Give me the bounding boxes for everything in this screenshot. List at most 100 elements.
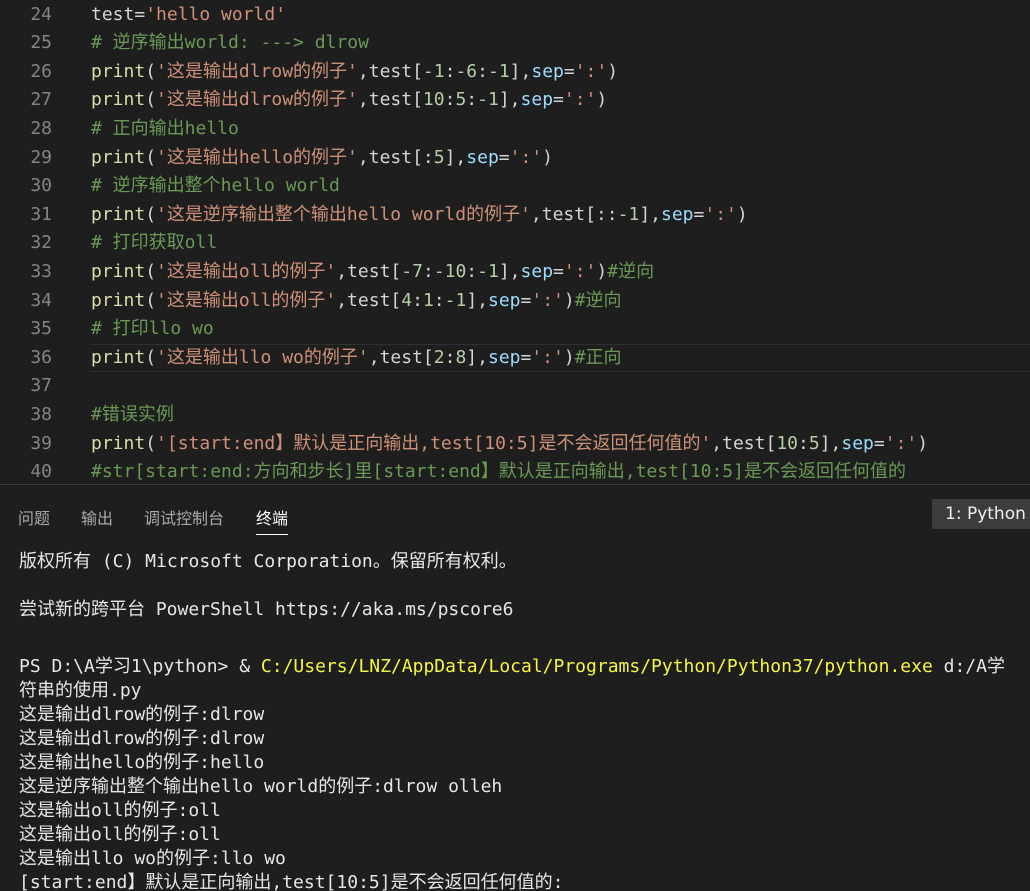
code-token: #逆向: [574, 289, 622, 311]
code-token: ): [736, 203, 748, 225]
code-token: :: [466, 260, 478, 282]
terminal-line: 尝试新的跨平台 PowerShell https://aka.ms/pscore…: [19, 598, 513, 622]
code-token: # 打印获取oll: [91, 232, 218, 254]
line-number: 33: [30, 260, 52, 282]
code-token: -1: [617, 203, 640, 225]
code-line[interactable]: 31 print('这是逆序输出整个输出hello world的例子',test[…: [0, 201, 1030, 230]
code-text: #错误实例: [91, 401, 174, 430]
code-token: ,test[: [336, 260, 402, 282]
code-line[interactable]: 24 test='hello world': [0, 1, 1030, 30]
code-line[interactable]: 26 print('这是输出dlrow的例子',test[-1:-6:-1],se…: [0, 58, 1030, 87]
terminal-output[interactable]: 版权所有 (C) Microsoft Corporation。保留所有权利。 尝试…: [0, 542, 1030, 891]
code-token: :: [444, 89, 456, 111]
code-line[interactable]: 25 # 逆序输出world: ---> dlrow: [0, 29, 1030, 58]
terminal-text: [start:end】默认是正向输出,test[10:5]是不会返回任何值的:: [19, 872, 564, 891]
code-token: 10: [422, 89, 445, 111]
code-token: ':': [884, 432, 918, 454]
code-text: # 逆序输出整个hello world: [91, 172, 340, 201]
code-line[interactable]: 32 # 打印获取oll: [0, 229, 1030, 258]
code-token: '这是逆序输出整个输出hello world的例子': [156, 203, 531, 225]
code-token: # 打印llo wo: [91, 318, 214, 340]
code-token: ): [563, 289, 575, 311]
code-line[interactable]: 33 print('这是输出oll的例子',test[-7:-10:-1],sep…: [0, 258, 1030, 287]
terminal-instance-select[interactable]: 1: Python: [932, 499, 1030, 529]
code-token: 5: [433, 146, 445, 168]
code-line[interactable]: 29 print('这是输出hello的例子',test[:5],sep=':'): [0, 144, 1030, 173]
terminal-line: [start:end】默认是正向输出,test[10:5]是不会返回任何值的:: [19, 871, 563, 891]
code-token: ],: [466, 289, 488, 311]
line-number: 26: [30, 60, 52, 82]
code-line[interactable]: 35 # 打印llo wo: [0, 315, 1030, 344]
code-token: print: [91, 346, 146, 368]
line-number: 25: [30, 32, 52, 54]
terminal-line: 这是输出llo wo的例子:llo wo: [19, 847, 286, 871]
terminal-text: 这是输出oll的例子:oll: [19, 824, 221, 845]
code-token: ,test[: [368, 346, 434, 368]
code-text: # 正向输出hello: [91, 115, 239, 144]
code-token: # 逆序输出world: ---> dlrow: [91, 32, 369, 54]
terminal-line: PS D:\A学习1\python> & C:/Users/LNZ/AppDat…: [19, 655, 1005, 679]
line-number: 32: [30, 232, 52, 254]
code-line[interactable]: 37: [0, 372, 1030, 401]
code-line[interactable]: 36 print('这是输出llo wo的例子',test[2:8],sep=':…: [0, 343, 1030, 373]
terminal-line: 这是输出hello的例子:hello: [19, 751, 264, 775]
line-number: 35: [30, 318, 52, 340]
code-text: # 逆序输出world: ---> dlrow: [91, 29, 369, 58]
tab-debug-console[interactable]: 调试控制台: [144, 505, 224, 529]
code-token: ':': [574, 60, 608, 82]
code-token: ':': [531, 346, 564, 368]
code-token: -1: [422, 60, 445, 82]
code-line[interactable]: 40 #str[start:end:方向和步长]里[start:end】默认是正向…: [0, 458, 1030, 484]
code-token: ,test[::: [530, 203, 618, 225]
code-token: ],: [498, 89, 521, 111]
line-number: 30: [30, 175, 52, 197]
code-token: =: [553, 260, 564, 282]
code-token: sep: [531, 60, 564, 82]
code-line[interactable]: 28 # 正向输出hello: [0, 115, 1030, 144]
code-token: 2: [433, 346, 445, 368]
code-token: '这是输出oll的例子': [156, 260, 337, 282]
terminal-text: 符串的使用.py: [19, 680, 142, 701]
code-token: ,test[: [357, 60, 423, 82]
code-token: ,test[: [336, 289, 402, 311]
code-line[interactable]: 34 print('这是输出oll的例子',test[4:1:-1],sep=':…: [0, 287, 1030, 316]
code-line[interactable]: 27 print('这是输出dlrow的例子',test[10:5:-1],sep…: [0, 86, 1030, 115]
code-line[interactable]: 39 print('[start:end】默认是正向输出,test[10:5]是不…: [0, 430, 1030, 459]
code-token: sep: [661, 203, 694, 225]
terminal-text: 这是输出dlrow的例子:dlrow: [19, 704, 265, 725]
code-token: :: [412, 289, 423, 311]
code-token: :: [466, 89, 478, 111]
line-number: 36: [30, 346, 52, 368]
line-number: 37: [30, 375, 52, 397]
code-token: ,test[:: [357, 146, 434, 168]
code-token: #正向: [574, 346, 622, 368]
line-number: 39: [30, 432, 52, 454]
code-token: -7: [401, 260, 423, 282]
tab-problems[interactable]: 问题: [18, 505, 50, 529]
code-token: ],: [444, 146, 467, 168]
tab-output[interactable]: 输出: [81, 505, 113, 529]
terminal-text: 这是输出llo wo的例子:llo wo: [19, 848, 286, 869]
terminal-line: 这是输出oll的例子:oll: [19, 799, 221, 823]
code-line[interactable]: 30 # 逆序输出整个hello world: [0, 172, 1030, 201]
code-token: ],: [498, 260, 521, 282]
line-number: 38: [30, 403, 52, 425]
code-line[interactable]: 38 #错误实例: [0, 401, 1030, 430]
code-token: ): [563, 346, 575, 368]
terminal-text: PS D:\A学习1\python> &: [19, 656, 261, 677]
terminal-text: d:/A学: [932, 656, 1005, 677]
code-token: print: [91, 289, 146, 311]
code-token: 'hello world': [145, 3, 287, 25]
tab-terminal[interactable]: 终端: [256, 505, 289, 535]
code-editor[interactable]: 24 test='hello world' 25 # 逆序输出world: ---> …: [0, 0, 1030, 484]
code-token: =: [553, 89, 564, 111]
code-text: test='hello world': [91, 1, 286, 30]
code-token: sep: [520, 89, 554, 111]
code-token: '这是输出oll的例子': [156, 289, 337, 311]
terminal-line: 这是逆序输出整个输出hello world的例子:dlrow olleh: [19, 775, 502, 799]
panel-tab-bar: 问题 输出 调试控制台 终端 1: Python: [0, 484, 1030, 542]
code-token: =: [498, 146, 510, 168]
code-token: ],: [819, 432, 842, 454]
terminal-text: 这是输出hello的例子:hello: [19, 752, 265, 773]
code-token: =: [520, 346, 532, 368]
